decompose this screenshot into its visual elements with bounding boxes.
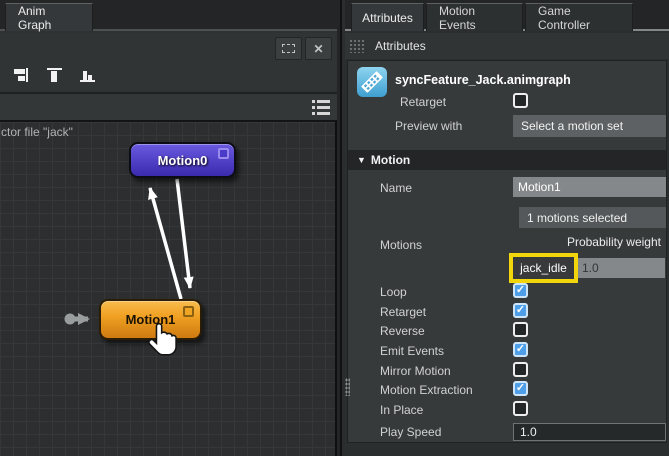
anim-graph-editor: Anim Graph ✕ bbox=[0, 0, 669, 456]
node-list-icon[interactable] bbox=[311, 99, 331, 116]
name-label: Name bbox=[380, 181, 412, 195]
panel-splitter[interactable] bbox=[337, 0, 345, 456]
option-row-retarget: Retarget bbox=[348, 302, 666, 322]
motion-set-dropdown[interactable]: Select a motion set bbox=[513, 115, 666, 137]
name-input[interactable] bbox=[513, 177, 666, 197]
align-top-button[interactable] bbox=[45, 65, 65, 85]
retarget-checkbox[interactable] bbox=[513, 303, 528, 318]
node-motion1-label: Motion1 bbox=[126, 312, 176, 327]
node-motion1[interactable]: Motion1 bbox=[99, 299, 202, 340]
loop-label: Loop bbox=[380, 285, 407, 299]
retarget-global-checkbox[interactable] bbox=[513, 93, 528, 108]
reverse-checkbox[interactable] bbox=[513, 322, 528, 337]
animgraph-filename: syncFeature_Jack.animgraph bbox=[395, 73, 571, 87]
graph-panel: Anim Graph ✕ bbox=[0, 0, 337, 456]
mirror-motion-label: Mirror Motion bbox=[380, 364, 451, 378]
align-right-icon bbox=[13, 66, 31, 84]
tab-motion-events[interactable]: Motion Events bbox=[426, 3, 523, 31]
attributes-subheader: Attributes bbox=[345, 33, 669, 59]
node-motion0-label: Motion0 bbox=[158, 153, 208, 168]
graph-toolbar: ✕ bbox=[0, 33, 337, 90]
align-top-icon bbox=[46, 66, 64, 84]
graph-note: ctor file "jack" bbox=[1, 125, 73, 139]
tab-game-controller[interactable]: Game Controller bbox=[525, 3, 633, 31]
left-tab-bar: Anim Graph bbox=[0, 0, 337, 31]
align-right-button[interactable] bbox=[12, 65, 32, 85]
motion-extraction-label: Motion Extraction bbox=[380, 383, 473, 397]
animgraph-file-icon bbox=[357, 67, 387, 97]
attributes-panel: Attributes Motion Events Game Controller… bbox=[345, 0, 669, 456]
close-button[interactable]: ✕ bbox=[305, 37, 332, 60]
option-row-emit-events: Emit Events bbox=[348, 341, 666, 361]
collapse-triangle-icon: ▼ bbox=[357, 155, 366, 165]
option-row-loop: Loop bbox=[348, 282, 666, 302]
in-place-label: In Place bbox=[380, 403, 423, 417]
probability-weight-header: Probability weight bbox=[567, 235, 661, 249]
attributes-content: syncFeature_Jack.animgraph Retarget Prev… bbox=[347, 60, 667, 443]
graph-subheader bbox=[0, 92, 337, 120]
node-motion0-state-square bbox=[218, 148, 229, 159]
motion-extraction-checkbox[interactable] bbox=[513, 381, 528, 396]
retarget-label: Retarget bbox=[380, 305, 426, 319]
in-place-checkbox[interactable] bbox=[513, 401, 528, 416]
subheader-title: Attributes bbox=[375, 39, 426, 53]
retarget-global-label: Retarget bbox=[400, 95, 446, 109]
tab-anim-graph[interactable]: Anim Graph bbox=[5, 3, 93, 31]
tab-attributes[interactable]: Attributes bbox=[351, 3, 424, 31]
node-motion0[interactable]: Motion0 bbox=[129, 142, 236, 178]
preview-with-label: Preview with bbox=[395, 119, 462, 133]
loop-checkbox[interactable] bbox=[513, 283, 528, 298]
motions-selected-button[interactable]: 1 motions selected bbox=[519, 207, 666, 228]
option-row-reverse: Reverse bbox=[348, 321, 666, 341]
motion-section-title: Motion bbox=[371, 153, 410, 167]
motions-label: Motions bbox=[380, 238, 422, 252]
option-row-in-place: In Place bbox=[348, 400, 666, 420]
align-bottom-button[interactable] bbox=[78, 65, 98, 85]
node-motion1-state-square bbox=[183, 306, 194, 317]
emit-events-label: Emit Events bbox=[380, 344, 444, 358]
play-speed-label: Play Speed bbox=[380, 425, 441, 439]
node-graph-canvas[interactable]: ctor file "jack" Motion0 bbox=[0, 120, 337, 456]
motion-name-cell-highlighted[interactable]: jack_idle bbox=[509, 253, 578, 283]
drag-grip-icon[interactable] bbox=[349, 39, 365, 53]
motion-section-header[interactable]: ▼ Motion bbox=[348, 150, 666, 170]
right-tab-bar: Attributes Motion Events Game Controller bbox=[345, 0, 669, 31]
emit-events-checkbox[interactable] bbox=[513, 342, 528, 357]
restore-icon bbox=[282, 44, 295, 53]
close-icon: ✕ bbox=[313, 43, 323, 55]
align-bottom-icon bbox=[79, 66, 97, 84]
motion-options-list: Loop Retarget Reverse Emit Events Mirror… bbox=[348, 282, 666, 420]
play-speed-input[interactable] bbox=[513, 423, 666, 441]
restore-button[interactable] bbox=[275, 37, 302, 60]
reverse-label: Reverse bbox=[380, 324, 425, 338]
probability-weight-input[interactable] bbox=[578, 258, 665, 278]
mirror-motion-checkbox[interactable] bbox=[513, 362, 528, 377]
option-row-mirror-motion: Mirror Motion bbox=[348, 361, 666, 381]
option-row-motion-extraction: Motion Extraction bbox=[348, 380, 666, 400]
panel-edge-grip-icon[interactable] bbox=[345, 378, 350, 396]
